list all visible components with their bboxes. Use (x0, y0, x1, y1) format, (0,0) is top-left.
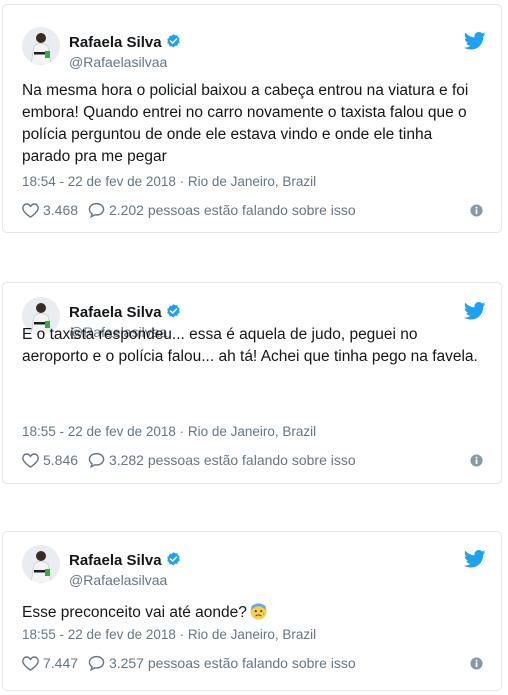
avatar[interactable] (22, 545, 60, 583)
info-icon[interactable] (470, 657, 483, 673)
author-name-text[interactable]: Rafaela Silva (69, 552, 162, 569)
tweet-card[interactable]: Rafaela Silva @Rafaelasilvaa E o taxista… (2, 282, 502, 484)
tweet-actions: 5.846 3.282 pessoas estão falando sobre … (22, 452, 483, 472)
tweet-actions: 7.447 3.257 pessoas estão falando sobre … (22, 655, 483, 675)
twitter-bird-icon[interactable] (463, 550, 486, 573)
author-name-text[interactable]: Rafaela Silva (69, 304, 162, 321)
author-name[interactable]: Rafaela Silva (69, 551, 182, 572)
tweet-timestamp-location[interactable]: 18:55 - 22 de fev de 2018 · Rio de Janei… (22, 424, 316, 439)
twitter-bird-icon[interactable] (463, 32, 486, 55)
like-count: 7.447 (43, 655, 79, 671)
tweet-card[interactable]: Rafaela Silva @Rafaelasilvaa Na mesma ho… (2, 4, 502, 233)
avatar[interactable] (22, 27, 60, 65)
tweet-text: E o taxista respondeu... essa é aquela d… (22, 326, 478, 365)
tweet-timestamp-location[interactable]: 18:55 - 22 de fev de 2018 · Rio de Janei… (22, 627, 316, 642)
heart-icon (22, 656, 39, 671)
tweet-text: Na mesma hora o policial baixou a cabeça… (22, 82, 469, 165)
verified-badge-icon (165, 551, 182, 572)
like-button[interactable]: 7.447 (22, 655, 78, 671)
author-name-text[interactable]: Rafaela Silva (69, 34, 162, 51)
reply-button[interactable]: 3.257 pessoas estão falando sobre isso (88, 655, 356, 671)
tweet-text-content: Esse preconceito vai até aonde? (22, 604, 247, 621)
author-name[interactable]: Rafaela Silva (69, 33, 182, 54)
tweet-card[interactable]: Rafaela Silva @Rafaelasilvaa Esse precon… (2, 531, 502, 691)
talking-count: 2.202 pessoas estão falando sobre isso (108, 202, 356, 218)
author-handle[interactable]: @Rafaelasilvaa (69, 572, 167, 588)
like-button[interactable]: 5.846 (22, 452, 78, 468)
speech-bubble-icon (88, 655, 105, 671)
verified-badge-icon (165, 303, 182, 324)
like-count: 5.846 (43, 452, 79, 468)
talking-count: 3.257 pessoas estão falando sobre isso (108, 655, 356, 671)
tweet-timestamp-location[interactable]: 18:54 - 22 de fev de 2018 · Rio de Janei… (22, 174, 316, 189)
twitter-bird-icon[interactable] (463, 302, 486, 325)
reply-button[interactable]: 2.202 pessoas estão falando sobre isso (88, 202, 356, 218)
like-count: 3.468 (43, 202, 79, 218)
author-name[interactable]: Rafaela Silva (69, 303, 182, 324)
like-button[interactable]: 3.468 (22, 202, 78, 218)
tweet-actions: 3.468 2.202 pessoas estão falando sobre … (22, 202, 483, 222)
heart-icon (22, 203, 39, 218)
speech-bubble-icon (88, 452, 105, 468)
anxious-face-emoji-icon (250, 603, 267, 620)
speech-bubble-icon (88, 202, 105, 218)
verified-badge-icon (165, 33, 182, 54)
tweet-text: Esse preconceito vai até aonde? (22, 602, 482, 624)
info-icon[interactable] (470, 454, 483, 470)
info-icon[interactable] (470, 204, 483, 220)
talking-count: 3.282 pessoas estão falando sobre isso (108, 452, 356, 468)
reply-button[interactable]: 3.282 pessoas estão falando sobre isso (88, 452, 356, 468)
author-handle[interactable]: @Rafaelasilvaa (69, 54, 167, 70)
heart-icon (22, 453, 39, 468)
